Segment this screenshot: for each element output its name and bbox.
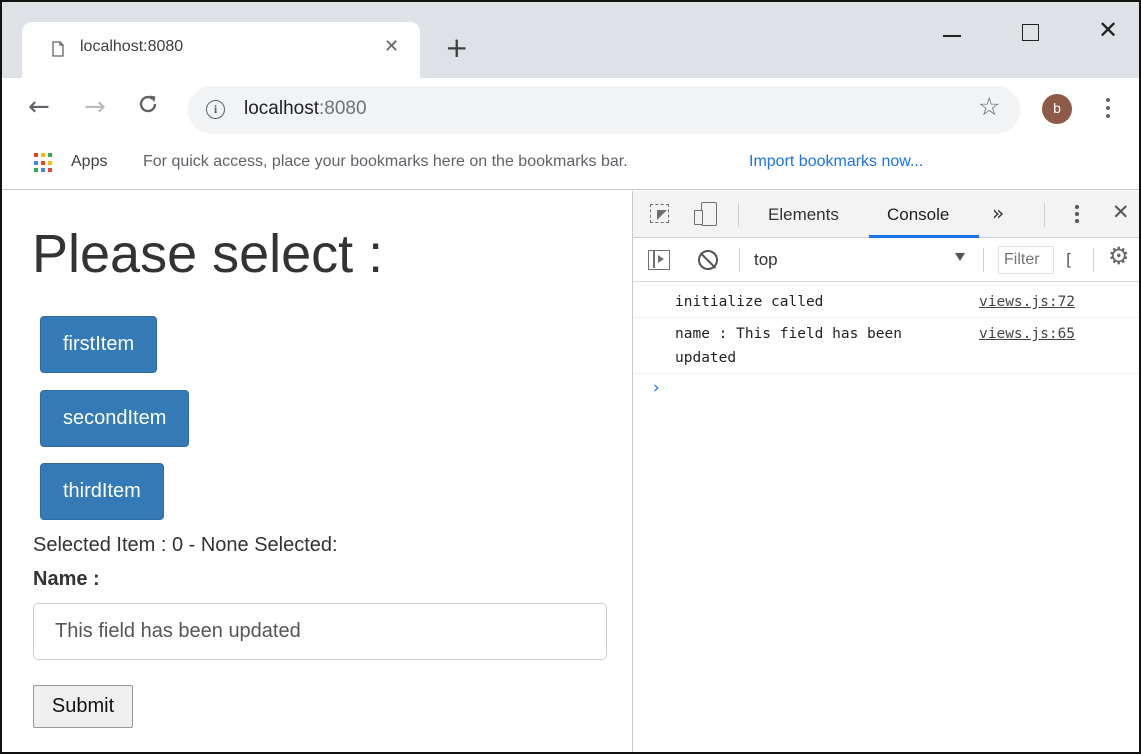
- address-bar[interactable]: i localhost:8080 ☆: [188, 86, 1020, 134]
- browser-window: localhost:8080 ✕ + ✕ ← → i localhost:808…: [0, 0, 1141, 754]
- apps-grid-dot: [48, 160, 52, 165]
- name-input[interactable]: [33, 603, 607, 660]
- tab-close-icon[interactable]: ✕: [384, 38, 399, 56]
- devtools-tab-bar: Elements Console » ✕: [633, 191, 1139, 238]
- more-tabs-icon[interactable]: »: [992, 201, 1004, 225]
- console-log-row: initialize called views.js:72: [633, 290, 1139, 318]
- tab-strip: localhost:8080 ✕ + ✕: [2, 2, 1139, 78]
- new-tab-icon[interactable]: +: [445, 34, 468, 62]
- url-host: localhost: [244, 98, 319, 119]
- devtools-menu-icon[interactable]: [1075, 205, 1079, 226]
- forward-arrow-icon[interactable]: →: [84, 94, 106, 120]
- reload-icon[interactable]: [136, 92, 160, 121]
- url-port: :8080: [319, 98, 367, 119]
- devtools-panel: Elements Console » ✕ top [ ⚙ initialize …: [632, 191, 1139, 752]
- apps-label[interactable]: Apps: [71, 153, 107, 171]
- profile-avatar[interactable]: b: [1042, 94, 1072, 124]
- apps-grid-dot: [34, 160, 38, 165]
- console-sidebar-icon[interactable]: [648, 250, 670, 270]
- page-viewport: Please select : firstItem secondItem thi…: [2, 191, 632, 752]
- first-item-button[interactable]: firstItem: [40, 316, 158, 373]
- third-item-button[interactable]: thirdItem: [40, 463, 164, 520]
- page-icon: [52, 41, 64, 57]
- selected-item-text: Selected Item : 0 - None Selected:: [33, 534, 338, 556]
- bookmarks-bar: Apps For quick access, place your bookma…: [2, 142, 1139, 190]
- toolbar-divider: [983, 248, 984, 272]
- browser-toolbar: ← → i localhost:8080 ☆ b: [2, 78, 1139, 142]
- tab-title: localhost:8080: [80, 38, 184, 55]
- import-bookmarks-link[interactable]: Import bookmarks now...: [749, 153, 923, 171]
- log-source-link[interactable]: views.js:72: [979, 290, 1075, 314]
- apps-grid-dot: [48, 153, 52, 157]
- second-item-button[interactable]: secondItem: [40, 390, 190, 447]
- toolbar-divider: [739, 248, 740, 272]
- submit-button[interactable]: Submit: [33, 685, 133, 728]
- clear-console-icon[interactable]: [698, 250, 718, 270]
- console-prompt-icon[interactable]: ›: [651, 378, 661, 398]
- log-levels-dropdown[interactable]: [: [1066, 250, 1072, 269]
- log-message: name : This field has been updated: [675, 326, 911, 366]
- console-filter-input[interactable]: [998, 246, 1054, 274]
- console-toolbar: top [ ⚙: [633, 238, 1139, 282]
- device-toolbar-icon[interactable]: [694, 202, 718, 226]
- inspect-element-icon[interactable]: [650, 204, 669, 223]
- context-dropdown-icon[interactable]: [955, 253, 965, 261]
- name-label: Name :: [33, 568, 100, 590]
- apps-grid-dot: [34, 168, 38, 173]
- browser-menu-icon[interactable]: [1106, 98, 1110, 122]
- tab-console[interactable]: Console: [887, 205, 949, 225]
- toolbar-divider: [1044, 203, 1045, 227]
- maximize-icon[interactable]: [1022, 24, 1039, 41]
- bookmarks-hint: For quick access, place your bookmarks h…: [143, 153, 628, 170]
- apps-grid-dot: [41, 160, 45, 165]
- apps-grid-dot: [48, 168, 52, 173]
- window-close-icon[interactable]: ✕: [1098, 18, 1118, 42]
- apps-grid-dot: [41, 168, 45, 173]
- toolbar-divider: [1093, 248, 1094, 272]
- apps-grid-icon[interactable]: [34, 153, 54, 173]
- apps-grid-dot: [34, 153, 38, 157]
- tab-elements[interactable]: Elements: [768, 205, 839, 225]
- devtools-close-icon[interactable]: ✕: [1112, 200, 1130, 224]
- apps-grid-dot: [41, 153, 45, 157]
- bookmark-star-icon[interactable]: ☆: [978, 94, 1000, 119]
- url-text[interactable]: localhost:8080: [244, 98, 367, 120]
- console-settings-icon[interactable]: ⚙: [1108, 244, 1130, 268]
- page-title: Please select :: [32, 224, 384, 284]
- reload-icon-graphic: [139, 95, 157, 113]
- toolbar-divider: [738, 203, 739, 227]
- browser-tab[interactable]: localhost:8080 ✕: [22, 22, 420, 78]
- site-info-icon[interactable]: i: [206, 100, 225, 119]
- log-message: initialize called: [675, 294, 824, 310]
- minimize-icon[interactable]: [943, 35, 961, 37]
- back-arrow-icon[interactable]: ←: [28, 94, 50, 120]
- log-source-link[interactable]: views.js:65: [979, 322, 1075, 346]
- console-log-row: name : This field has been updated views…: [633, 322, 1139, 374]
- context-selector[interactable]: top: [754, 250, 778, 270]
